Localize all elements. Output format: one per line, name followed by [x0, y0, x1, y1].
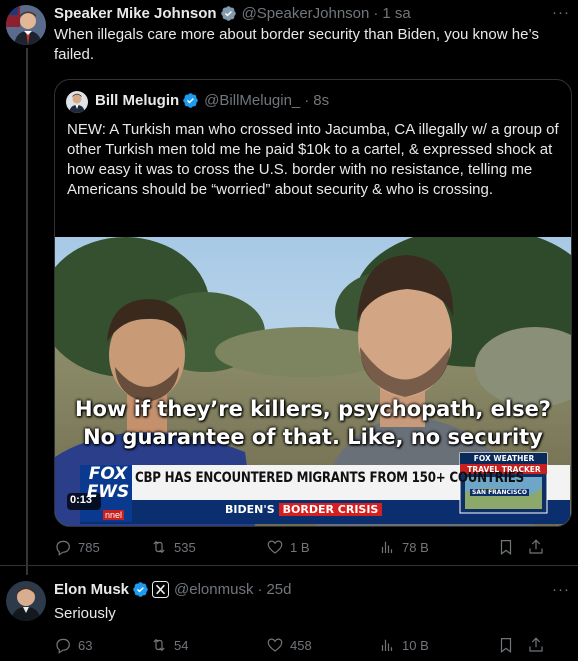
timestamp[interactable]: 1 sa — [382, 5, 410, 22]
quoted-timestamp: 8s — [313, 92, 330, 109]
separator-dot: · — [373, 5, 379, 22]
repost-count: 54 — [174, 637, 189, 653]
repost-icon — [153, 540, 165, 554]
share-button[interactable] — [527, 636, 551, 654]
avatar[interactable] — [6, 581, 46, 621]
quoted-author-name: Bill Melugin — [95, 92, 180, 109]
separator-dot: · — [304, 92, 310, 109]
views-button[interactable]: 78 B — [378, 538, 497, 556]
separator-dot: · — [257, 581, 263, 598]
author-name[interactable]: Elon Musk — [54, 581, 129, 598]
heart-icon — [267, 540, 283, 554]
reply-icon — [56, 540, 70, 556]
video-player[interactable]: How if they’re killers, psychopath, else… — [55, 237, 571, 526]
bookmark-button[interactable] — [497, 636, 527, 654]
views-button[interactable]: 10 B — [378, 636, 497, 654]
views-icon — [381, 541, 393, 553]
author-handle[interactable]: @elonmusk — [174, 581, 253, 598]
author-handle[interactable]: @SpeakerJohnson — [242, 5, 370, 22]
more-icon[interactable]: ··· — [552, 4, 570, 21]
channel-label: nnel — [103, 510, 125, 520]
like-button[interactable]: 458 — [266, 636, 378, 654]
quoted-author-handle: @BillMelugin_ — [204, 92, 301, 109]
repost-button[interactable]: 54 — [150, 636, 266, 654]
more-icon[interactable]: ··· — [552, 581, 570, 598]
video-caption-line: How if they’re killers, psychopath, else… — [74, 397, 551, 421]
lower-third-subline: BIDEN'S BORDER CRISIS — [225, 503, 383, 516]
verified-badge-icon — [183, 93, 198, 108]
views-count: 10 B — [402, 637, 429, 653]
author-name[interactable]: Speaker Mike Johnson — [54, 5, 217, 22]
verified-badge-icon — [133, 582, 148, 597]
repost-icon — [153, 638, 165, 652]
divider — [0, 565, 578, 566]
bookmark-icon — [500, 540, 512, 555]
bookmark-icon — [500, 638, 512, 653]
repost-count: 535 — [174, 539, 196, 555]
reply-count: 63 — [78, 637, 93, 653]
repost-button[interactable]: 535 — [150, 538, 266, 556]
share-button[interactable] — [527, 538, 551, 556]
lower-third-sub-prefix: BIDEN'S — [225, 503, 275, 516]
map-label: SAN FRANCISCO — [470, 489, 529, 496]
tweet-action-bar: 63 54 458 10 B — [54, 636, 572, 654]
thread-connector-line — [26, 48, 28, 575]
timestamp[interactable]: 25d — [266, 581, 291, 598]
avatar — [66, 91, 88, 113]
bookmark-button[interactable] — [497, 538, 527, 556]
quoted-tweet-text: NEW: A Turkish man who crossed into Jacu… — [67, 121, 559, 198]
lower-third-headline: CBP HAS ENCOUNTERED MIGRANTS FROM 150+ C… — [135, 470, 524, 486]
reply-button[interactable]: 785 — [54, 538, 150, 556]
video-caption-line: No guarantee of that. Like, no security — [83, 425, 543, 449]
lower-third-sub-highlight: BORDER CRISIS — [278, 503, 383, 516]
views-count: 78 B — [402, 539, 429, 555]
share-icon — [529, 539, 543, 554]
weather-brand: FOX WEATHER — [473, 454, 535, 463]
tweet-text: Seriously — [54, 605, 116, 622]
weather-title: TRAVEL TRACKER — [467, 465, 541, 474]
reply-count: 785 — [78, 539, 100, 555]
share-icon — [529, 637, 543, 652]
network-logo-top: FOX — [88, 464, 128, 484]
x-affiliate-icon — [152, 581, 170, 598]
quoted-tweet-card[interactable]: Bill Melugin @BillMelugin_ · 8s NEW: A T… — [54, 79, 572, 527]
tweet-text: When illegals care more about border sec… — [54, 26, 539, 63]
heart-icon — [267, 638, 283, 652]
verified-badge-icon — [220, 6, 236, 21]
like-count: 458 — [290, 637, 312, 653]
reply-icon — [56, 638, 70, 654]
like-button[interactable]: 1 B — [266, 538, 378, 556]
video-duration: 0:13 — [70, 494, 93, 506]
tweet-action-bar: 785 535 1 B 78 B — [54, 538, 572, 556]
views-icon — [381, 639, 393, 651]
like-count: 1 B — [290, 539, 310, 555]
avatar[interactable] — [6, 5, 46, 45]
reply-button[interactable]: 63 — [54, 636, 150, 654]
